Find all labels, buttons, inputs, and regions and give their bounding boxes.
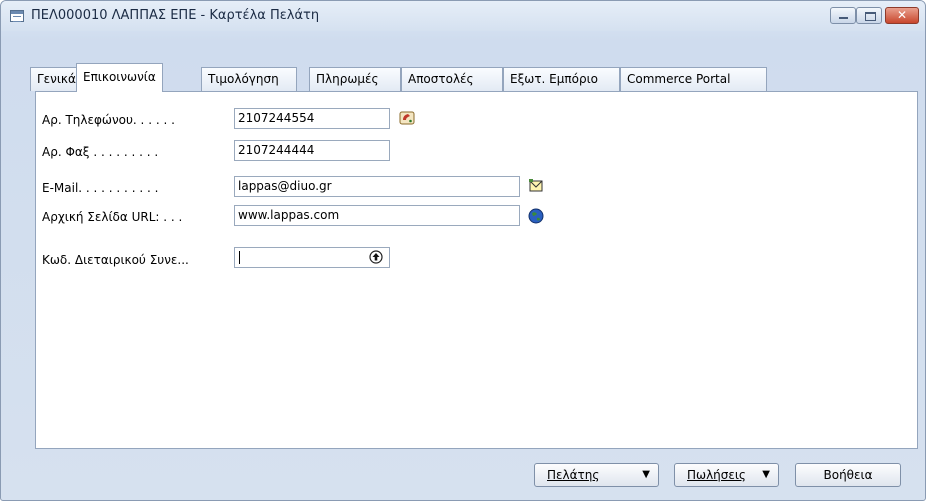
title-bar[interactable]: ΠΕΛ000010 ΛΑΠΠΑΣ ΕΠΕ - Καρτέλα Πελάτη ✕ (1, 1, 925, 31)
maximize-button[interactable] (856, 7, 882, 24)
phone-field[interactable]: 2107244554 (234, 108, 390, 129)
help-button[interactable]: Βοήθεια (795, 463, 901, 487)
homepage-label: Αρχική Σελίδα URL: . . . (42, 210, 183, 224)
tab-foreign-trade[interactable]: Εξωτ. Εμπόριο (503, 67, 620, 91)
email-icon[interactable] (528, 178, 544, 194)
homepage-field[interactable]: www.lappas.com (234, 205, 520, 226)
globe-icon[interactable] (528, 208, 544, 224)
email-field[interactable]: lappas@diuo.gr (234, 176, 520, 197)
email-label: E-Mail. . . . . . . . . . . (42, 181, 159, 195)
minimize-button[interactable] (830, 7, 856, 24)
tab-general[interactable]: Γενικά (30, 67, 78, 91)
customer-menu-button[interactable]: Πελάτης ▼ (534, 463, 659, 487)
tab-communication[interactable]: Επικοινωνία (76, 63, 163, 92)
close-button[interactable]: ✕ (885, 7, 919, 24)
phone-label: Αρ. Τηλεφώνου. . . . . . (42, 113, 175, 127)
fax-label: Αρ. Φαξ . . . . . . . . . (42, 145, 159, 159)
dropdown-arrow-icon: ▼ (642, 469, 650, 480)
customer-card-window: ΠΕΛ000010 ΛΑΠΠΑΣ ΕΠΕ - Καρτέλα Πελάτη ✕ … (0, 0, 926, 501)
communication-panel (35, 91, 918, 449)
close-icon: ✕ (896, 8, 908, 22)
sales-button-label: Πωλήσεις (687, 468, 746, 482)
tab-shipping[interactable]: Αποστολές (401, 67, 503, 91)
fax-field[interactable]: 2107244444 (234, 140, 390, 161)
customer-button-label: Πελάτης (547, 468, 600, 482)
tab-commerce-portal[interactable]: Commerce Portal (620, 67, 767, 91)
tab-payments[interactable]: Πληρωμές (309, 67, 401, 91)
text-cursor (239, 251, 240, 264)
sales-menu-button[interactable]: Πωλήσεις ▼ (674, 463, 779, 487)
partner-code-label: Κωδ. Διεταιρικού Συνε... (42, 253, 189, 267)
tab-invoicing[interactable]: Τιμολόγηση (201, 67, 297, 91)
form-window-icon (10, 10, 24, 22)
help-button-label: Βοήθεια (823, 468, 873, 482)
window-title: ΠΕΛ000010 ΛΑΠΠΑΣ ΕΠΕ - Καρτέλα Πελάτη (31, 8, 320, 23)
dropdown-arrow-icon: ▼ (762, 469, 770, 480)
phone-dial-icon[interactable] (399, 110, 415, 126)
lookup-up-arrow-icon[interactable] (364, 249, 388, 265)
